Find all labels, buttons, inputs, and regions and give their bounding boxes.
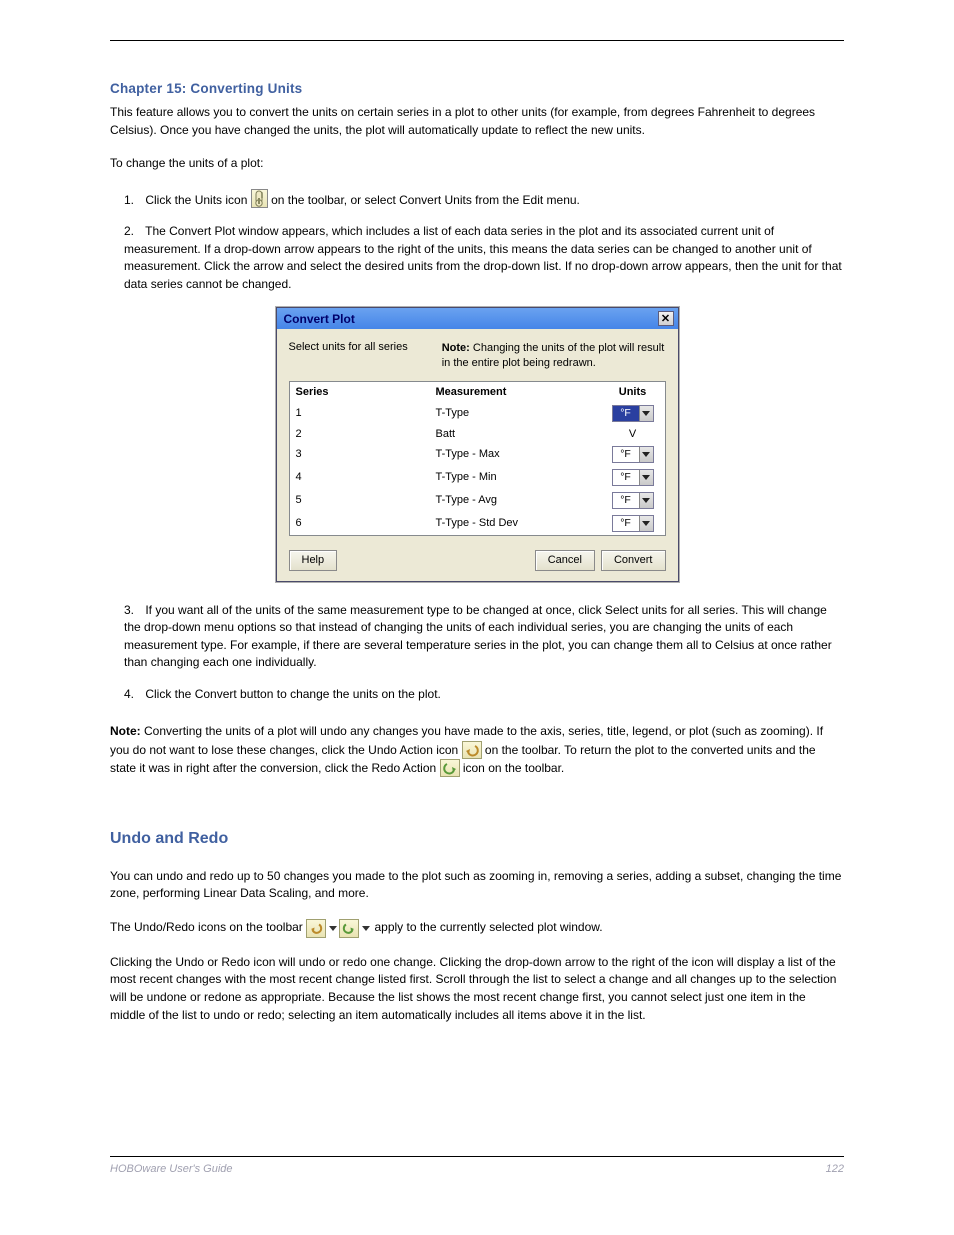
step-4-number: 4.: [124, 686, 142, 704]
redo-icon: [440, 759, 460, 777]
table-row: 4T-Type - Min °F: [290, 466, 665, 489]
units-dropdown[interactable]: °F: [612, 469, 654, 486]
units-dropdown[interactable]: °F: [612, 515, 654, 532]
undo-p2: The Undo/Redo icons on the toolbar apply…: [110, 919, 844, 938]
convert-plot-dialog: Convert Plot ✕ Select units for all seri…: [276, 307, 679, 582]
series-header-row: Series Measurement Units: [290, 382, 665, 402]
dialog-buttons: Help Cancel Convert: [289, 550, 666, 571]
row-units-cell: V: [607, 428, 659, 440]
step-3: 3. If you want all of the units of the s…: [124, 602, 844, 672]
close-icon[interactable]: ✕: [658, 311, 674, 326]
undo-p3: Clicking the Undo or Redo icon will undo…: [110, 954, 844, 1024]
chevron-down-icon[interactable]: [639, 493, 653, 508]
chevron-down-icon[interactable]: [639, 470, 653, 485]
steps-list: 1. Click the Units icon on the toolbar, …: [124, 189, 844, 294]
row-measurement: T-Type - Max: [436, 448, 607, 460]
dialog-title: Convert Plot: [284, 312, 355, 326]
table-row: 5T-Type - Avg °F: [290, 489, 665, 512]
row-units-cell: °F: [607, 469, 659, 486]
table-row: 3T-Type - Max °F: [290, 443, 665, 466]
redo-dropdown-arrow[interactable]: [360, 919, 371, 938]
note-body-3: icon on the toolbar.: [463, 761, 564, 775]
step-1-post: on the toolbar, or select Convert Units …: [271, 193, 580, 207]
undo-p2-pre: The Undo/Redo icons on the toolbar: [110, 920, 306, 934]
note-paragraph: Note: Converting the units of a plot wil…: [110, 723, 844, 778]
convert-button[interactable]: Convert: [601, 550, 666, 571]
undo-p2-post: apply to the currently selected plot win…: [374, 920, 602, 934]
step-1-pre: Click the Units icon: [145, 193, 250, 207]
row-series: 6: [296, 517, 436, 529]
steps-title: To change the units of a plot:: [110, 155, 844, 173]
step-1-number: 1.: [124, 192, 142, 210]
footer-left: HOBOware User's Guide: [110, 1163, 233, 1175]
undo-icon: [462, 741, 482, 759]
units-value: °F: [613, 517, 639, 529]
undo-button-icon[interactable]: [306, 919, 326, 938]
row-measurement: T-Type - Std Dev: [436, 517, 607, 529]
row-measurement: T-Type - Avg: [436, 494, 607, 506]
post-dialog-steps: 3. If you want all of the units of the s…: [124, 602, 844, 704]
units-value: °F: [613, 471, 639, 483]
footer-right: 122: [826, 1163, 844, 1175]
row-series: 2: [296, 428, 436, 440]
table-row: 1T-Type °F: [290, 402, 665, 425]
row-series: 1: [296, 407, 436, 419]
step-1: 1. Click the Units icon on the toolbar, …: [124, 189, 844, 210]
step-2-text: The Convert Plot window appears, which i…: [124, 224, 842, 291]
units-dropdown[interactable]: °F: [612, 492, 654, 509]
step-2-number: 2.: [124, 223, 142, 241]
step-3-number: 3.: [124, 602, 142, 620]
section-undo-redo-heading: Undo and Redo: [110, 830, 844, 848]
undo-redo-toolbar-pair: [306, 919, 371, 938]
table-row: 2Batt V: [290, 425, 665, 443]
intro-paragraph: This feature allows you to convert the u…: [110, 104, 844, 139]
row-measurement: T-Type - Min: [436, 471, 607, 483]
row-series: 5: [296, 494, 436, 506]
dialog-note: Note: Changing the units of the plot wil…: [442, 341, 666, 371]
row-units-cell: °F: [607, 446, 659, 463]
undo-dropdown-arrow[interactable]: [327, 919, 338, 938]
step-4-text: Click the Convert button to change the u…: [145, 687, 441, 701]
row-series: 4: [296, 471, 436, 483]
step-2: 2. The Convert Plot window appears, whic…: [124, 223, 844, 293]
row-measurement: T-Type: [436, 407, 607, 419]
units-dropdown[interactable]: °F: [612, 446, 654, 463]
step-3-text: If you want all of the units of the same…: [124, 603, 832, 670]
redo-button-icon[interactable]: [339, 919, 359, 938]
row-series: 3: [296, 448, 436, 460]
series-table: Series Measurement Units 1T-Type °F 2Batt V…: [289, 381, 666, 536]
undo-p1: You can undo and redo up to 50 changes y…: [110, 868, 844, 903]
col-header-measurement: Measurement: [436, 386, 607, 398]
row-units-cell: °F: [607, 492, 659, 509]
col-header-units: Units: [607, 386, 659, 398]
units-value: °F: [613, 494, 639, 506]
top-rule: [110, 40, 844, 41]
note-label: Note:: [110, 724, 141, 738]
cancel-button[interactable]: Cancel: [535, 550, 595, 571]
col-header-series: Series: [296, 386, 436, 398]
units-dropdown[interactable]: °F: [612, 405, 654, 422]
units-value: °F: [613, 448, 639, 460]
units-icon: [251, 189, 268, 208]
dialog-note-body: Changing the units of the plot will resu…: [442, 342, 665, 369]
units-value: °F: [613, 407, 639, 419]
chevron-down-icon[interactable]: [639, 516, 653, 531]
chapter-heading: Chapter 15: Converting Units: [110, 81, 844, 96]
chevron-down-icon[interactable]: [639, 447, 653, 462]
units-value: V: [629, 428, 636, 440]
row-units-cell: °F: [607, 405, 659, 422]
select-units-all-series-link[interactable]: Select units for all series: [289, 341, 408, 353]
row-measurement: Batt: [436, 428, 607, 440]
chevron-down-icon[interactable]: [639, 406, 653, 421]
dialog-titlebar: Convert Plot ✕: [277, 308, 678, 329]
step-4: 4. Click the Convert button to change th…: [124, 686, 844, 704]
page-footer: HOBOware User's Guide 122: [110, 1156, 844, 1175]
row-units-cell: °F: [607, 515, 659, 532]
table-row: 6T-Type - Std Dev °F: [290, 512, 665, 535]
help-button[interactable]: Help: [289, 550, 338, 571]
